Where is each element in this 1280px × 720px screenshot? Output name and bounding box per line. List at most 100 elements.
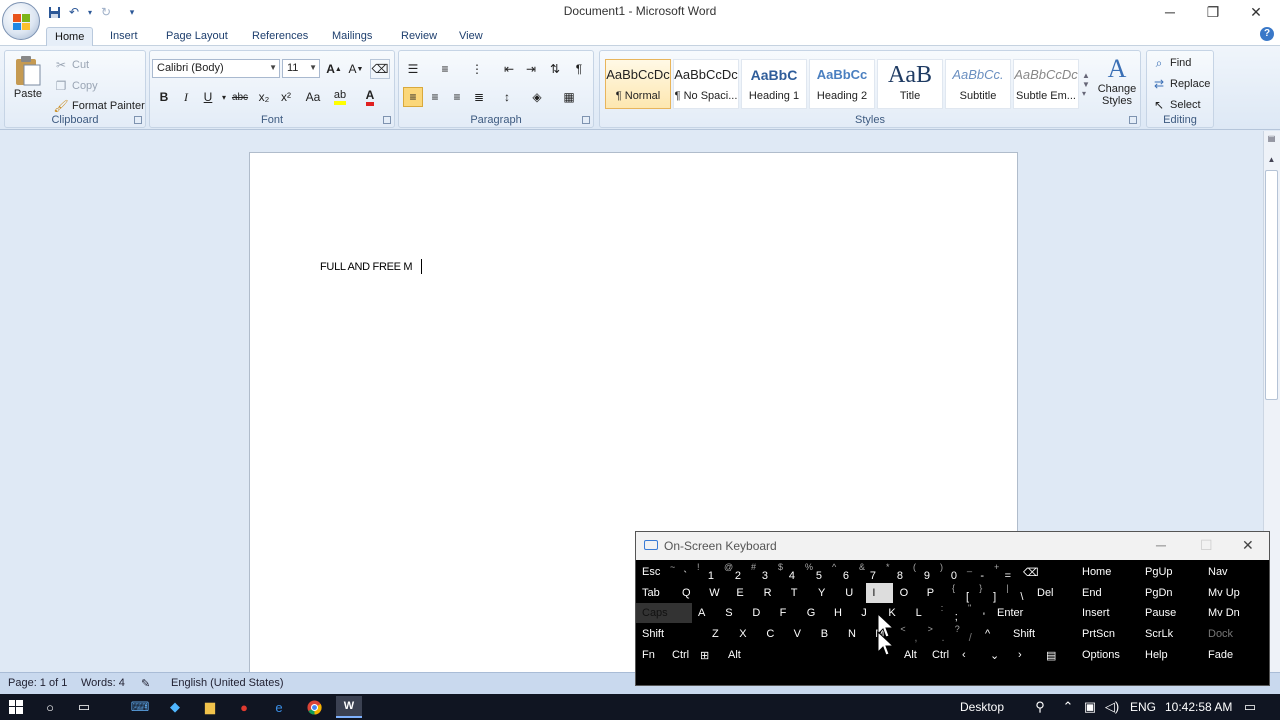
right-arrow-icon[interactable]: › [1012,645,1040,665]
osk-key[interactable]: L [910,603,937,623]
osk-key[interactable]: | \ [1002,583,1029,603]
backspace-icon[interactable]: ⌫ [1017,562,1063,582]
osk-key[interactable]: ? / [951,624,978,644]
help-icon[interactable]: ? [1260,27,1274,41]
bold-button[interactable]: B [154,87,174,107]
style-title[interactable]: AaB Title [877,59,943,109]
osk-key[interactable]: Shift [636,624,706,644]
styles-launcher-icon[interactable] [1129,116,1137,124]
tab-page-layout[interactable]: Page Layout [158,27,236,47]
align-center-icon[interactable]: ≡ [425,87,445,107]
osk-key[interactable]: U [839,583,866,603]
osk-key[interactable]: Q [676,583,703,603]
document-text[interactable]: FULL AND FREE M [320,261,413,273]
font-color-icon[interactable]: A [360,87,380,107]
tab-review[interactable]: Review [393,27,445,47]
osk-key[interactable]: E [730,583,757,603]
osk-key[interactable]: #3 [747,562,774,582]
osk-key[interactable]: % 5 [801,562,828,582]
font-size-dropdown[interactable]: 11 ▼ [282,59,320,78]
osk-key[interactable]: N [842,624,869,644]
shrink-font-icon[interactable]: A ▼ [346,59,366,79]
font-name-dropdown[interactable]: Calibri (Body) ▼ [152,59,280,78]
sort-icon[interactable]: ⇅ [545,59,565,79]
clipboard-launcher-icon[interactable] [134,116,142,124]
app-diamond-icon[interactable]: ◆ [165,698,185,716]
copy-button[interactable]: ❐ Copy [53,78,98,94]
cut-button[interactable]: ✂ Cut [53,57,89,73]
style-no-spacing[interactable]: AaBbCcDc ¶ No Spaci... [673,59,739,109]
align-left-icon[interactable]: ≡ [403,87,423,107]
osk-key[interactable]: Fn [636,645,666,665]
osk-key[interactable]: P [921,583,948,603]
page-count[interactable]: Page: 1 of 1 [8,677,67,689]
style-normal[interactable]: AaBbCcDc ¶ Normal [605,59,671,109]
opera-icon[interactable]: ● [234,698,254,716]
osk-key[interactable]: W [703,583,730,603]
osk-key[interactable]: * 8 [882,562,909,582]
osk-key[interactable]: Ctrl [666,645,694,665]
osk-key[interactable]: Z [706,624,733,644]
down-arrow-icon[interactable]: ⌄ [984,645,1012,665]
osk-key[interactable]: T [785,583,812,603]
osk-key[interactable]: Enter [991,603,1063,623]
osk-key[interactable]: $4 [774,562,801,582]
replace-button[interactable]: ⇄ Replace [1151,76,1210,92]
tab-insert[interactable]: Insert [102,27,146,47]
edge-icon[interactable]: e [269,698,289,716]
windows-start-icon[interactable] [6,698,26,716]
borders-icon[interactable]: ▦ [559,87,579,107]
styles-scroll-icon[interactable]: ▲ ▼ ▾ [1080,59,1092,109]
office-button[interactable] [2,2,40,40]
osk-key[interactable]: _ - [963,562,990,582]
format-painter-button[interactable]: 🖌 Format Painter [53,98,144,114]
volume-icon[interactable]: ◁) [1102,698,1122,716]
osk-key[interactable]: Mv Up [1202,583,1264,603]
osk-key[interactable]: D [746,603,773,623]
style-subtitle[interactable]: AaBbCc. Subtitle [945,59,1011,109]
osk-key[interactable]: F [774,603,801,623]
left-arrow-icon[interactable]: ‹ [956,645,984,665]
osk-key[interactable]: End [1076,583,1138,603]
clock[interactable]: 10:42:58 AM [1165,700,1232,714]
osk-key[interactable]: PrtScn [1076,624,1138,644]
osk-key[interactable]: G [801,603,828,623]
subscript-button[interactable]: x₂ [254,87,274,107]
clear-formatting-icon[interactable]: ⌫ [370,59,390,79]
language-status[interactable]: English (United States) [171,677,284,689]
osk-key[interactable]: Insert [1076,603,1138,623]
file-explorer-icon[interactable]: ▆ [200,698,220,716]
osk-key[interactable]: Alt [898,645,926,665]
show-formatting-icon[interactable]: ¶ [569,59,589,79]
osk-key[interactable]: Shift [1007,624,1063,644]
osk-key[interactable]: >. [924,624,951,644]
tray-chevron-icon[interactable]: ⌃ [1058,698,1078,716]
highlight-icon[interactable]: ab [330,87,350,107]
proofing-icon[interactable]: ✎ [141,677,150,690]
osk-maximize-icon[interactable]: ☐ [1200,537,1213,554]
osk-key[interactable]: Caps [636,603,692,623]
osk-key[interactable]: Nav [1202,562,1264,582]
shading-icon[interactable]: ◈ [527,87,547,107]
osk-key[interactable]: R [758,583,785,603]
osk-key[interactable]: Pause [1139,603,1201,623]
network-icon[interactable]: ▣ [1080,698,1100,716]
osk-key[interactable]: ~ ` [666,562,693,582]
osk-key[interactable]: ) 0 [936,562,963,582]
osk-key[interactable]: Del [1031,583,1063,603]
notifications-icon[interactable]: ▭ [1240,698,1260,716]
windows-key-icon[interactable]: ⊞ [694,645,722,665]
minimize-button[interactable]: ─ [1148,0,1192,24]
osk-key[interactable]: C [760,624,787,644]
osk-key[interactable]: H [828,603,855,623]
grow-font-icon[interactable]: A ▲ [324,59,344,79]
osk-key[interactable]: X [733,624,760,644]
decrease-indent-icon[interactable]: ⇤ [499,59,519,79]
style-heading-1[interactable]: AaBbC Heading 1 [741,59,807,109]
people-icon[interactable]: ⚲ [1030,698,1050,716]
osk-key[interactable]: @2 [720,562,747,582]
osk-key[interactable]: " ' [964,603,991,623]
change-case-button[interactable]: Aa [300,87,326,107]
increase-indent-icon[interactable]: ⇥ [521,59,541,79]
select-button[interactable]: ↖ Select [1151,97,1201,113]
